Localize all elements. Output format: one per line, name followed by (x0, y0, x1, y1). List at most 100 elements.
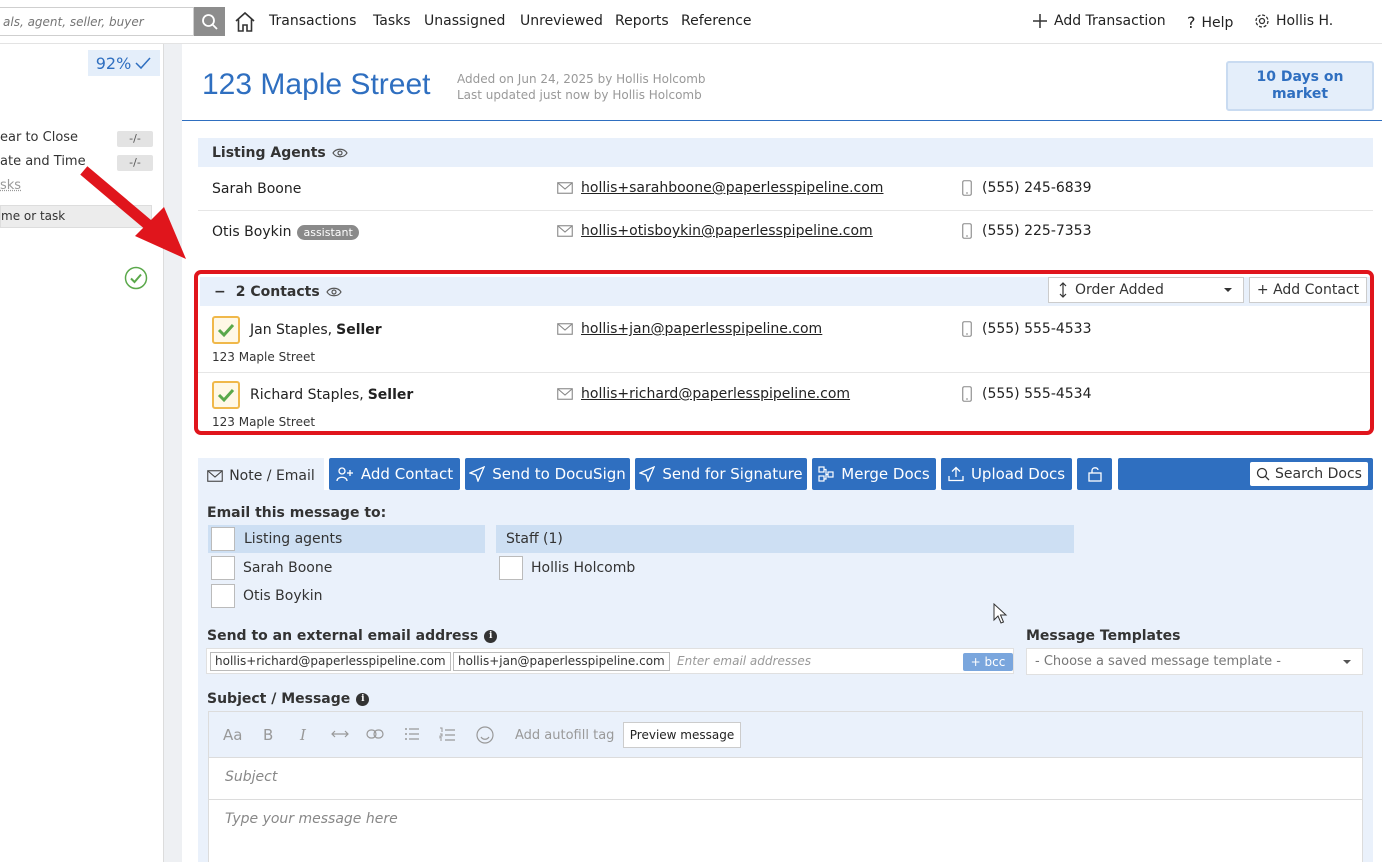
complete-check-icon[interactable] (124, 266, 148, 290)
external-email-label: Send to an external email address i (207, 628, 498, 644)
chevron-down-icon (1343, 659, 1351, 664)
title-row: 123 Maple Street Added on Jun 24, 2025 b… (182, 44, 1382, 121)
nav-reports[interactable]: Reports (615, 13, 669, 29)
progress-badge: 92% (88, 50, 160, 76)
agent-name[interactable]: Otis Boykin assistant (212, 224, 359, 240)
external-email-field[interactable]: hollis+richard@paperlesspipeline.com hol… (206, 648, 1014, 674)
upload-docs-label: Upload Docs (970, 465, 1066, 483)
recipient-checkbox[interactable] (211, 584, 235, 608)
nav-reference[interactable]: Reference (681, 13, 752, 29)
eye-icon[interactable] (332, 147, 348, 159)
emoji-icon[interactable] (476, 726, 494, 744)
transaction-meta: Added on Jun 24, 2025 by Hollis Holcomb … (457, 71, 706, 103)
sidebar-tasks-link[interactable]: sks (0, 178, 21, 193)
agent-email[interactable]: hollis+otisboykin@paperlesspipeline.com (581, 223, 873, 239)
main-content: 123 Maple Street Added on Jun 24, 2025 b… (182, 44, 1382, 862)
external-email-label-text: Send to an external email address (207, 628, 479, 644)
recipient-checkbox[interactable] (211, 556, 235, 580)
subject-message-label-text: Subject / Message (207, 691, 351, 707)
add-transaction-link[interactable]: Add Transaction (1032, 13, 1166, 29)
global-search-input[interactable] (0, 8, 193, 35)
phone-icon (962, 223, 972, 239)
sidebar-row-date-time[interactable]: ate and Time (0, 154, 86, 169)
search-docs-button[interactable]: Search Docs (1250, 462, 1368, 486)
days-on-market-badge[interactable]: 10 Days on market (1226, 61, 1374, 111)
email-token[interactable]: hollis+jan@paperlesspipeline.com (453, 652, 670, 671)
font-size-icon[interactable]: Aa (223, 726, 242, 744)
send-icon (469, 466, 486, 482)
autofill-tag-button[interactable]: Add autofill tag (515, 728, 614, 743)
info-icon[interactable]: i (356, 692, 370, 706)
info-icon[interactable]: i (484, 629, 498, 643)
template-select-value: - Choose a saved message template - (1035, 654, 1281, 669)
bcc-button[interactable]: + bcc (963, 653, 1013, 671)
staff-group[interactable]: Staff (1) (496, 525, 1074, 553)
help-label: Help (1201, 14, 1234, 31)
recipient-checkbox[interactable] (499, 556, 523, 580)
agent-row: Sarah Boone hollis+sarahboone@paperlessp… (198, 168, 1373, 211)
email-token[interactable]: hollis+richard@paperlesspipeline.com (210, 652, 451, 671)
agent-phone: (555) 225-7353 (962, 223, 1092, 239)
recipient-row[interactable]: Sarah Boone (211, 556, 332, 580)
gear-icon (1255, 14, 1269, 28)
link-icon[interactable] (366, 729, 384, 739)
merge-icon (818, 466, 834, 482)
listing-agents-group-checkbox[interactable] (211, 527, 235, 551)
envelope-icon (557, 225, 573, 237)
toolbar-add-contact-button[interactable]: Add Contact (329, 458, 460, 490)
add-contact-label: Add Contact (360, 465, 454, 483)
top-navigation: Transactions Tasks Unassigned Unreviewed… (0, 0, 1382, 44)
lock-button[interactable] (1077, 458, 1112, 490)
sidebar-row-clear-to-close[interactable]: ear to Close (0, 130, 78, 145)
add-user-icon (336, 467, 353, 482)
external-email-placeholder[interactable]: Enter email addresses (677, 654, 811, 668)
search-button[interactable] (194, 7, 225, 36)
subject-input[interactable]: Subject (209, 758, 1362, 800)
nav-transactions[interactable]: Transactions (269, 13, 356, 29)
message-template-select[interactable]: - Choose a saved message template - (1026, 648, 1363, 675)
plus-icon (1033, 14, 1047, 28)
nav-unreviewed[interactable]: Unreviewed (520, 13, 603, 29)
add-transaction-label: Add Transaction (1054, 13, 1166, 29)
agent-email[interactable]: hollis+sarahboone@paperlesspipeline.com (581, 180, 883, 196)
listing-agents-group-label: Listing agents (244, 531, 343, 547)
agent-row: Otis Boykin assistant hollis+otisboykin@… (198, 211, 1373, 254)
editor-toolbar: Aa B I Add autofill tag Preview message (209, 712, 1362, 758)
recipient-label: Hollis Holcomb (531, 560, 636, 576)
resize-horizontal-icon[interactable] (331, 729, 349, 739)
bold-icon[interactable]: B (263, 726, 273, 744)
preview-message-button[interactable]: Preview message (623, 722, 741, 748)
recipient-row[interactable]: Otis Boykin (211, 584, 322, 608)
message-editor: Aa B I Add autofill tag Preview message … (208, 711, 1363, 862)
italic-icon[interactable]: I (300, 726, 306, 744)
sidebar-date-pill[interactable]: -/- (117, 131, 153, 147)
tab-note-label: Note / Email (229, 468, 315, 484)
nav-tasks[interactable]: Tasks (373, 13, 411, 29)
sidebar-gutter (164, 44, 182, 862)
merge-docs-button[interactable]: Merge Docs (812, 458, 936, 490)
send-to-docusign-button[interactable]: Send to DocuSign (465, 458, 630, 490)
agent-name[interactable]: Sarah Boone (212, 181, 301, 197)
home-icon[interactable] (233, 10, 257, 34)
help-link[interactable]: ? Help (1187, 13, 1233, 32)
tab-note-email[interactable]: Note / Email (198, 458, 324, 494)
user-name: Hollis H. (1276, 13, 1334, 29)
listing-agents-group[interactable]: Listing agents (208, 525, 485, 553)
agent-email-link[interactable]: hollis+otisboykin@paperlesspipeline.com (557, 223, 873, 239)
recipient-label: Sarah Boone (243, 560, 333, 576)
nav-unassigned[interactable]: Unassigned (424, 13, 505, 29)
message-textarea[interactable]: Type your message here (209, 800, 1362, 862)
numbered-list-icon[interactable] (439, 727, 456, 742)
recipient-row[interactable]: Hollis Holcomb (499, 556, 635, 580)
send-for-signature-button[interactable]: Send for Signature (635, 458, 807, 490)
sidebar-filter-input[interactable]: me or task (0, 205, 152, 228)
sidebar-date-pill[interactable]: -/- (117, 155, 153, 171)
bullet-list-icon[interactable] (404, 727, 420, 741)
agent-name-text[interactable]: Otis Boykin (212, 224, 291, 240)
contacts-highlight-box (194, 270, 1374, 435)
user-menu[interactable]: Hollis H. (1254, 13, 1333, 29)
agent-email-link[interactable]: hollis+sarahboone@paperlesspipeline.com (557, 180, 883, 196)
upload-docs-button[interactable]: Upload Docs (941, 458, 1072, 490)
unlock-icon (1087, 467, 1102, 482)
global-search-box[interactable] (0, 7, 194, 36)
